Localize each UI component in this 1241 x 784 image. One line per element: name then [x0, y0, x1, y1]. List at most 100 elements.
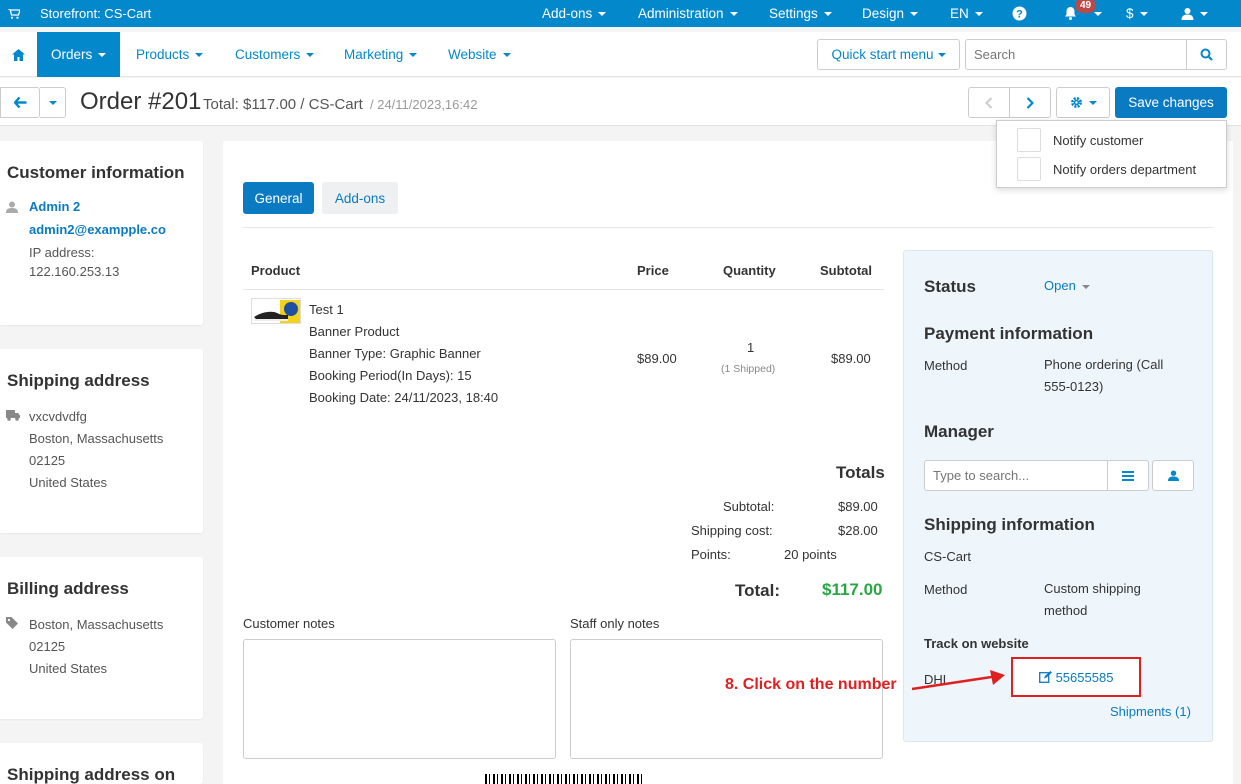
- notifications-count: 49: [1075, 0, 1097, 13]
- notify-orders-department-option[interactable]: Notify orders department: [1017, 157, 1196, 181]
- nav-customers[interactable]: Customers: [235, 32, 315, 77]
- track-on-website-title: Track on website: [924, 636, 1029, 651]
- nav-customers-label: Customers: [235, 47, 301, 62]
- topmenu-design[interactable]: Design: [862, 0, 919, 27]
- topmenu-addons-label: Add-ons: [542, 6, 593, 21]
- notify-customer-label: Notify customer: [1053, 132, 1144, 148]
- nav-products[interactable]: Products: [136, 32, 204, 77]
- quick-start-menu-button[interactable]: Quick start menu: [817, 39, 960, 70]
- topmenu-design-label: Design: [862, 6, 905, 21]
- save-changes-button[interactable]: Save changes: [1115, 87, 1227, 118]
- order-total-summary: Total: $117.00 / CS-Cart: [203, 96, 363, 113]
- product-thumbnail[interactable]: [251, 298, 301, 324]
- main-nav: Orders Products Customers Marketing Webs…: [0, 32, 1241, 77]
- product-type: Banner Product: [309, 324, 400, 339]
- topmenu-language[interactable]: EN: [950, 0, 983, 27]
- help-icon: ?: [1012, 6, 1027, 21]
- chevron-down-icon: [1081, 284, 1090, 289]
- ip-address-label: IP address:: [29, 245, 95, 260]
- search-input[interactable]: [965, 39, 1187, 70]
- chevron-down-icon: [195, 52, 204, 57]
- chevron-right-icon: [1026, 96, 1034, 109]
- table-header-divider: [243, 289, 884, 290]
- storefront-link[interactable]: Storefront: CS-Cart: [0, 6, 151, 21]
- customer-info-title: Customer information: [7, 163, 185, 182]
- shipments-link[interactable]: Shipments (1): [1110, 704, 1191, 719]
- chevron-down-icon: [48, 100, 57, 105]
- col-price: Price: [637, 263, 669, 278]
- shipping-address-on-card: Shipping address on: [0, 743, 203, 784]
- order-date: / 24/11/2023,16:42: [370, 97, 478, 112]
- shipping-method-label: Method: [924, 582, 968, 597]
- payment-info-title: Payment information: [924, 324, 1094, 343]
- manager-title: Manager: [924, 422, 994, 441]
- settings-dropdown-button[interactable]: [1056, 87, 1110, 118]
- manager-search-input[interactable]: [924, 460, 1108, 491]
- next-order-button[interactable]: [1009, 87, 1051, 118]
- tab-general[interactable]: General: [243, 182, 314, 214]
- nav-orders[interactable]: Orders: [37, 32, 121, 77]
- customer-name-link[interactable]: Admin 2: [29, 199, 80, 214]
- user-menu[interactable]: [1181, 0, 1208, 27]
- tab-addons[interactable]: Add-ons: [322, 182, 398, 214]
- notify-customer-option[interactable]: Notify customer: [1017, 128, 1143, 152]
- shipping-info-title: Shipping information: [924, 515, 1095, 534]
- customer-email-link[interactable]: admin2@exampple.co: [29, 222, 166, 237]
- search-button[interactable]: [1186, 39, 1227, 70]
- search-icon: [1200, 48, 1213, 61]
- status-value: Open: [1044, 278, 1076, 293]
- topmenu-administration[interactable]: Administration: [638, 0, 738, 27]
- topmenu-settings[interactable]: Settings: [769, 0, 832, 27]
- top-bar: Storefront: CS-Cart Add-ons Administrati…: [0, 0, 1241, 27]
- shipping-line3: 02125: [29, 453, 66, 468]
- status-title: Status: [924, 277, 976, 296]
- chevron-down-icon: [409, 52, 418, 57]
- notify-orders-department-checkbox[interactable]: [1017, 157, 1041, 181]
- shipping-method-value: Custom shipping method: [1044, 578, 1141, 622]
- shoe-image: [252, 299, 300, 323]
- tag-icon: [6, 617, 18, 629]
- chevron-down-icon: [1200, 11, 1208, 16]
- tracking-number-link[interactable]: 55655585: [1011, 657, 1141, 697]
- currency-menu[interactable]: $: [1126, 0, 1148, 27]
- chevron-down-icon: [98, 52, 107, 57]
- topmenu-addons[interactable]: Add-ons: [542, 0, 607, 27]
- shipping-method-line1: Custom shipping: [1044, 581, 1141, 596]
- back-button[interactable]: [0, 87, 40, 118]
- manager-list-button[interactable]: [1107, 460, 1149, 491]
- arrow-left-icon: [13, 97, 26, 108]
- nav-marketing[interactable]: Marketing: [344, 32, 418, 77]
- product-name-link[interactable]: Test 1: [309, 302, 344, 317]
- svg-text:?: ?: [1016, 9, 1023, 21]
- back-dropdown-button[interactable]: [40, 87, 66, 118]
- previous-order-button[interactable]: [968, 87, 1010, 118]
- status-dropdown[interactable]: Open: [1044, 275, 1090, 297]
- subtotal-label: Subtotal:: [723, 499, 775, 514]
- nav-website-label: Website: [448, 47, 497, 62]
- payment-method-value: Phone ordering (Call 555-0123): [1044, 354, 1163, 398]
- nav-website[interactable]: Website: [448, 32, 511, 77]
- product-booking-date: Booking Date: 24/11/2023, 18:40: [309, 390, 499, 405]
- shipping-cost-label: Shipping cost:: [691, 523, 773, 538]
- row-shipped: (1 Shipped): [721, 363, 776, 375]
- manager-assign-button[interactable]: [1152, 460, 1194, 491]
- payment-method-line2: 555-0123): [1044, 379, 1104, 394]
- grand-total-label: Total:: [735, 581, 781, 600]
- grand-total-value: $117.00: [822, 580, 883, 599]
- customer-info-card: Customer information Admin 2 admin2@exam…: [0, 141, 203, 325]
- topmenu-language-label: EN: [950, 6, 969, 21]
- points-value: 20 points: [784, 547, 837, 562]
- storefront-label: Storefront: CS-Cart: [40, 6, 152, 21]
- notify-dropdown: Notify customer Notify orders department: [996, 120, 1227, 188]
- notifications-button[interactable]: 49: [1063, 0, 1102, 27]
- chevron-down-icon: [937, 52, 946, 57]
- totals-title: Totals: [836, 463, 885, 482]
- home-button[interactable]: [0, 32, 37, 77]
- staff-notes-input[interactable]: [570, 639, 883, 759]
- row-price: $89.00: [637, 351, 677, 366]
- chevron-down-icon: [1088, 100, 1097, 105]
- notify-customer-checkbox[interactable]: [1017, 128, 1041, 152]
- help-button[interactable]: ?: [1012, 0, 1027, 27]
- customer-notes-input[interactable]: [243, 639, 556, 759]
- notify-orders-department-label: Notify orders department: [1053, 161, 1197, 177]
